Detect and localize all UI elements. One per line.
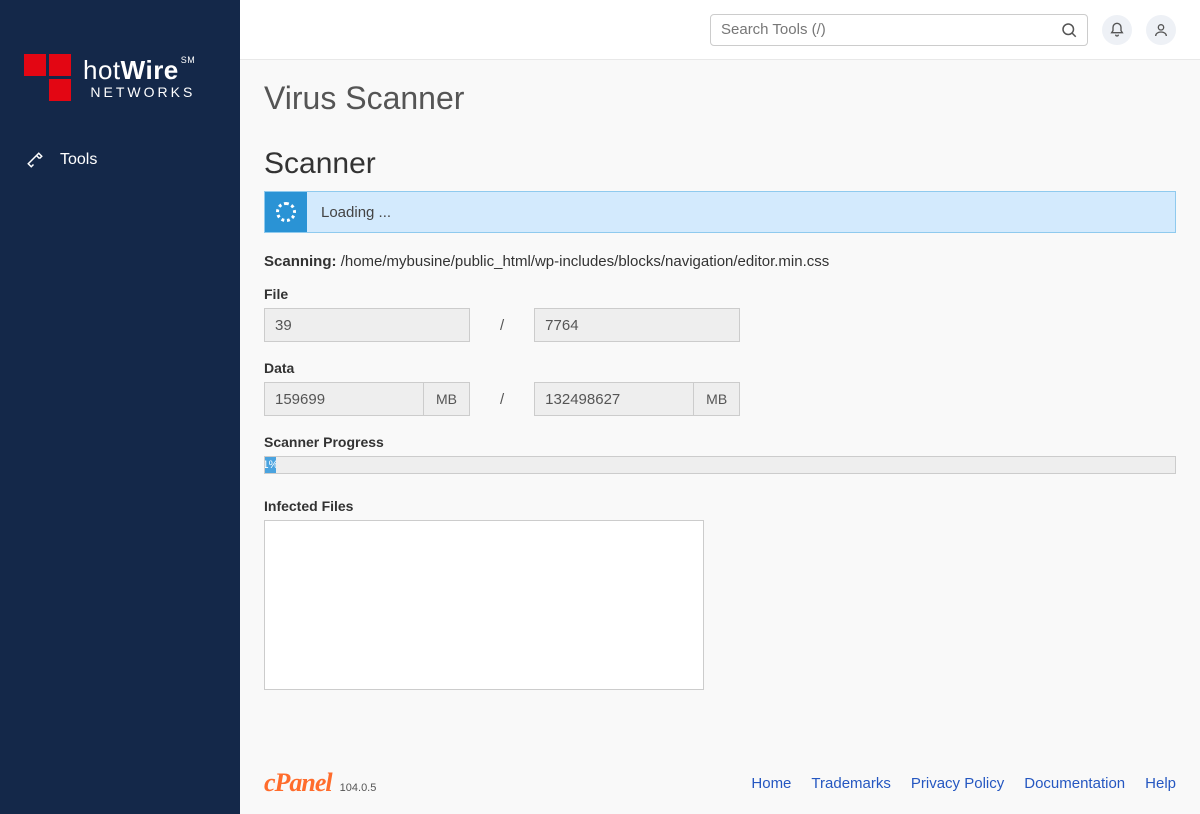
cpanel-logo[interactable]: cPanel 104.0.5 xyxy=(264,768,376,798)
data-total-unit: MB xyxy=(694,382,740,416)
footer: cPanel 104.0.5 Home Trademarks Privacy P… xyxy=(240,752,1200,814)
data-label: Data xyxy=(264,360,1176,376)
file-total-input xyxy=(534,308,740,342)
brand-logo[interactable]: hotWireSM NETWORKS xyxy=(0,30,240,141)
file-separator: / xyxy=(500,317,504,334)
sidebar: hotWireSM NETWORKS Tools xyxy=(0,0,240,814)
section-title: Scanner xyxy=(264,147,1176,181)
search-wrap xyxy=(710,14,1088,46)
footer-links: Home Trademarks Privacy Policy Documenta… xyxy=(751,775,1176,792)
tools-icon xyxy=(26,151,44,169)
search-input[interactable] xyxy=(710,14,1088,46)
account-button[interactable] xyxy=(1146,15,1176,45)
bell-icon xyxy=(1109,22,1125,38)
progress-label: Scanner Progress xyxy=(264,434,1176,450)
sidebar-item-tools[interactable]: Tools xyxy=(0,141,240,179)
notifications-button[interactable] xyxy=(1102,15,1132,45)
footer-link-documentation[interactable]: Documentation xyxy=(1024,775,1125,792)
search-icon[interactable] xyxy=(1060,21,1078,39)
file-row: / xyxy=(264,308,1176,342)
footer-link-help[interactable]: Help xyxy=(1145,775,1176,792)
infected-label: Infected Files xyxy=(264,498,1176,514)
user-icon xyxy=(1153,22,1169,38)
footer-link-privacy[interactable]: Privacy Policy xyxy=(911,775,1004,792)
loading-banner: Loading ... xyxy=(264,191,1176,233)
infected-files-textarea[interactable] xyxy=(264,520,704,690)
data-row: MB / MB xyxy=(264,382,1176,416)
data-current-input xyxy=(264,382,424,416)
data-total-input xyxy=(534,382,694,416)
sidebar-item-label: Tools xyxy=(60,151,97,169)
scanning-label: Scanning: xyxy=(264,253,337,270)
footer-link-trademarks[interactable]: Trademarks xyxy=(811,775,890,792)
cpanel-wordmark: cPanel xyxy=(264,768,332,798)
footer-link-home[interactable]: Home xyxy=(751,775,791,792)
file-label: File xyxy=(264,286,1176,302)
progress-fill: 1% xyxy=(265,457,276,473)
page-title: Virus Scanner xyxy=(264,80,1176,117)
logo-text: hotWireSM NETWORKS xyxy=(83,55,195,100)
data-current-unit: MB xyxy=(424,382,470,416)
scanning-path: /home/mybusine/public_html/wp-includes/b… xyxy=(341,253,830,270)
spinner-icon xyxy=(265,192,307,232)
loading-text: Loading ... xyxy=(307,192,405,232)
progress-bar: 1% xyxy=(264,456,1176,474)
file-current-input xyxy=(264,308,470,342)
topbar xyxy=(240,0,1200,60)
logo-mark-icon xyxy=(24,54,71,101)
cpanel-version: 104.0.5 xyxy=(340,782,377,794)
scanning-status: Scanning: /home/mybusine/public_html/wp-… xyxy=(264,253,1176,270)
data-separator: / xyxy=(500,391,504,408)
